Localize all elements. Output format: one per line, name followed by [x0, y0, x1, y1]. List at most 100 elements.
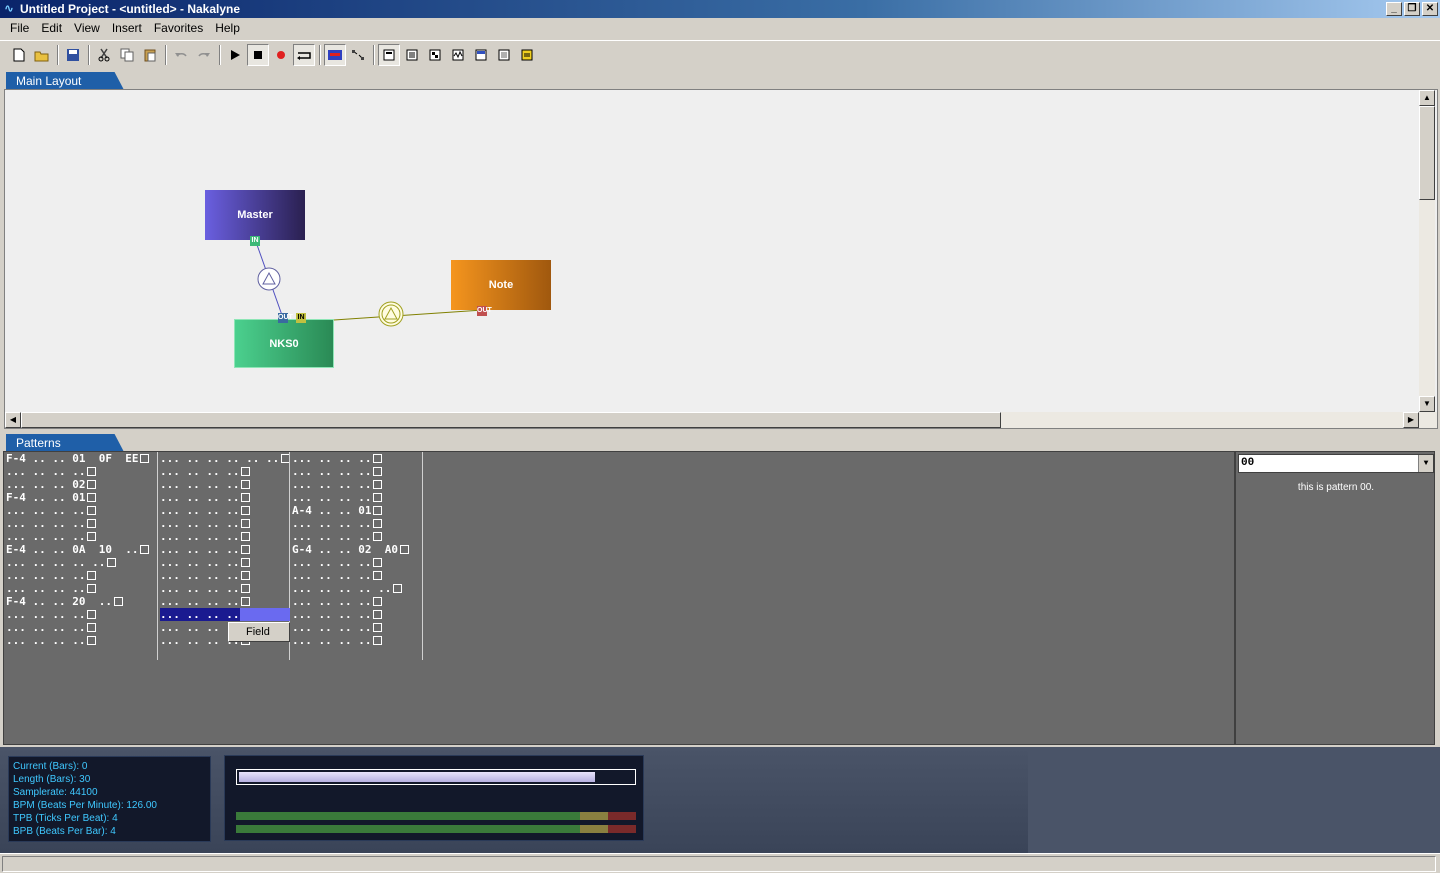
view-list-icon[interactable] — [493, 44, 515, 66]
row-checkbox[interactable] — [241, 571, 251, 580]
pattern-row[interactable]: ... .. .. .. — [292, 608, 409, 621]
machine-icon[interactable] — [324, 43, 346, 66]
pattern-row[interactable]: ... .. .. .. — [6, 608, 149, 621]
row-checkbox[interactable] — [241, 558, 251, 567]
row-checkbox[interactable] — [113, 597, 123, 606]
scroll-thumb[interactable] — [21, 412, 1001, 428]
pattern-row[interactable]: ... .. .. .. — [6, 621, 149, 634]
pattern-row[interactable]: ... .. .. .. — [160, 465, 290, 478]
restore-button[interactable]: ❐ — [1404, 2, 1420, 16]
pattern-row[interactable]: ... .. .. .. — [160, 543, 290, 556]
context-menu-field[interactable]: Field — [228, 622, 290, 642]
scroll-down-icon[interactable]: ▼ — [1419, 396, 1435, 412]
row-checkbox[interactable] — [87, 506, 97, 515]
view-info-icon[interactable] — [470, 44, 492, 66]
pattern-row[interactable]: ... .. .. .. — [292, 634, 409, 647]
row-checkbox[interactable] — [393, 584, 403, 593]
pattern-row[interactable]: ... .. .. .. — [160, 517, 290, 530]
row-checkbox[interactable] — [87, 571, 97, 580]
pattern-row[interactable]: E-4 .. .. 0A 10 .. — [6, 543, 150, 556]
row-checkbox[interactable] — [87, 493, 97, 502]
pattern-row[interactable]: ... .. .. .. .. .. — [160, 452, 291, 465]
row-checkbox[interactable] — [373, 454, 383, 463]
pattern-row[interactable]: ... .. .. .. — [292, 556, 409, 569]
row-checkbox[interactable] — [241, 597, 251, 606]
machine-note[interactable]: Note — [451, 260, 551, 310]
pattern-row[interactable]: ... .. .. .. — [160, 478, 290, 491]
menu-file[interactable]: File — [4, 21, 35, 35]
minimize-button[interactable]: _ — [1386, 2, 1402, 16]
copy-icon[interactable] — [116, 44, 138, 66]
row-checkbox[interactable] — [241, 532, 251, 541]
scroll-thumb[interactable] — [1419, 106, 1435, 200]
row-checkbox[interactable] — [373, 636, 383, 645]
pattern-row[interactable]: ... .. .. .. — [292, 569, 409, 582]
row-checkbox[interactable] — [373, 558, 383, 567]
menu-view[interactable]: View — [68, 21, 106, 35]
pattern-editor[interactable]: F-4 .. .. 01 0F EE... .. .. ..... .. .. … — [3, 451, 1235, 745]
row-checkbox[interactable] — [241, 506, 251, 515]
row-checkbox[interactable] — [399, 545, 409, 554]
pattern-row[interactable]: ... .. .. .. — [292, 465, 409, 478]
scroll-up-icon[interactable]: ▲ — [1419, 90, 1435, 106]
stop-icon[interactable] — [247, 43, 269, 66]
pattern-row[interactable]: ... .. .. .. — [292, 530, 409, 543]
view-sequence-icon[interactable] — [424, 44, 446, 66]
tab-main-layout[interactable]: Main Layout — [6, 72, 124, 90]
row-checkbox[interactable] — [373, 506, 383, 515]
pattern-row[interactable]: ... .. .. .. — [160, 556, 290, 569]
pattern-row[interactable]: ... .. .. .. — [6, 504, 149, 517]
save-icon[interactable] — [62, 44, 84, 66]
row-checkbox[interactable] — [87, 623, 97, 632]
pattern-row[interactable]: ... .. .. .. — [292, 621, 409, 634]
loop-icon[interactable] — [293, 43, 315, 66]
redo-icon[interactable] — [193, 44, 215, 66]
view-wave-icon[interactable] — [447, 44, 469, 66]
machine-nks0[interactable]: NKS0 — [234, 319, 334, 368]
new-icon[interactable] — [8, 44, 30, 66]
row-checkbox[interactable] — [241, 519, 251, 528]
view-layout-icon[interactable] — [378, 43, 400, 66]
row-checkbox[interactable] — [87, 532, 97, 541]
row-checkbox[interactable] — [241, 545, 251, 554]
row-checkbox[interactable] — [373, 623, 383, 632]
pattern-row[interactable]: ... .. .. .. — [6, 569, 149, 582]
pattern-row[interactable]: G-4 .. .. 02 A0 — [292, 543, 409, 556]
pattern-row[interactable]: ... .. .. .. — [6, 634, 149, 647]
master-input-port[interactable]: IN — [250, 236, 260, 246]
scroll-left-icon[interactable]: ◀ — [5, 412, 21, 428]
pattern-row[interactable]: ... .. .. .. — [6, 517, 149, 530]
row-checkbox[interactable] — [241, 584, 251, 593]
pattern-row[interactable]: ... .. .. 02 — [6, 478, 149, 491]
row-checkbox[interactable] — [373, 519, 383, 528]
row-checkbox[interactable] — [373, 610, 383, 619]
row-checkbox[interactable] — [373, 480, 383, 489]
nks0-input-port[interactable]: IN — [296, 313, 306, 323]
nks0-output-port[interactable]: OUT — [278, 313, 293, 323]
pattern-row[interactable]: ... .. .. .. — [292, 595, 409, 608]
row-checkbox[interactable] — [140, 545, 150, 554]
scroll-right-icon[interactable]: ▶ — [1403, 412, 1419, 428]
row-checkbox[interactable] — [241, 493, 251, 502]
row-checkbox[interactable] — [373, 532, 383, 541]
menu-help[interactable]: Help — [209, 21, 246, 35]
row-checkbox[interactable] — [373, 597, 383, 606]
layout-vertical-scrollbar[interactable]: ▲ ▼ — [1419, 90, 1435, 412]
note-output-port[interactable]: OUT — [477, 306, 492, 316]
pattern-row[interactable]: F-4 .. .. 01 — [6, 491, 149, 504]
pattern-row[interactable]: ... .. .. .. — [6, 530, 149, 543]
pattern-track-1[interactable]: F-4 .. .. 01 0F EE... .. .. ..... .. .. … — [6, 452, 150, 647]
menu-insert[interactable]: Insert — [106, 21, 148, 35]
pattern-row[interactable]: ... .. .. .. — [160, 595, 290, 608]
open-icon[interactable] — [31, 44, 53, 66]
pattern-row[interactable]: ... .. .. .. .. — [6, 556, 149, 569]
machine-master[interactable]: Master — [205, 190, 305, 240]
row-checkbox[interactable] — [241, 467, 251, 476]
row-checkbox[interactable] — [140, 454, 150, 463]
view-comment-icon[interactable] — [516, 44, 538, 66]
pattern-row[interactable]: ... .. .. .. — [6, 582, 149, 595]
paste-icon[interactable] — [139, 44, 161, 66]
pattern-row[interactable]: A-4 .. .. 01 — [292, 504, 409, 517]
pattern-select[interactable]: 00 ▼ — [1238, 454, 1434, 473]
pattern-row[interactable]: ... .. .. .. — [160, 582, 290, 595]
